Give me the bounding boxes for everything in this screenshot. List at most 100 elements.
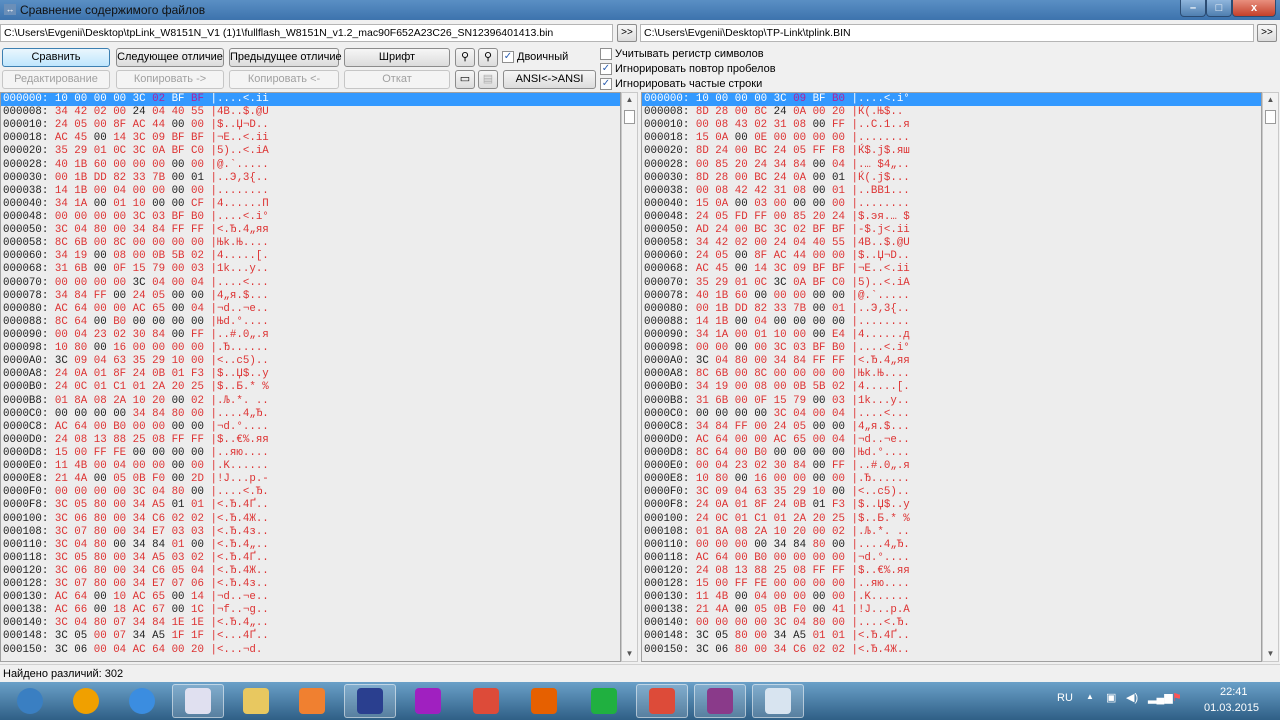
hex-byte[interactable]: 14 — [113, 132, 132, 144]
hex-row[interactable]: 0000C0: 00 00 00 00 34 84 80 00 |....4„Ђ… — [1, 408, 620, 421]
save-icon[interactable]: ▤ — [478, 70, 498, 89]
hex-byte[interactable]: 00 — [191, 185, 210, 197]
hex-row[interactable]: 0000E8: 10 80 00 16 00 00 00 00 |.Ђ.....… — [642, 473, 1261, 486]
hex-byte[interactable]: 08 — [793, 565, 812, 577]
hex-byte[interactable]: 34 — [133, 224, 152, 236]
hex-byte[interactable]: 45 — [715, 263, 734, 275]
hex-byte[interactable]: 1E — [172, 617, 191, 629]
hex-byte[interactable]: 00 — [735, 145, 754, 157]
hex-byte[interactable]: 00 — [94, 460, 113, 472]
hex-byte[interactable]: 00 — [832, 486, 851, 498]
hex-byte[interactable]: 24 — [55, 119, 74, 131]
option-checkbox[interactable]: ✓ Игнорировать повтор пробелов — [600, 62, 776, 76]
language-indicator[interactable]: RU — [1057, 692, 1073, 704]
hex-byte[interactable]: 3C — [55, 539, 74, 551]
hex-byte[interactable]: 00 — [172, 290, 191, 302]
hex-byte[interactable]: 00 — [113, 303, 132, 315]
hex-byte[interactable]: 00 — [832, 421, 851, 433]
hex-byte[interactable]: 80 — [715, 473, 734, 485]
hex-byte[interactable]: AC — [133, 303, 152, 315]
hex-byte[interactable]: 00 — [55, 172, 74, 184]
hex-byte[interactable]: 00 — [191, 342, 210, 354]
hex-byte[interactable]: 00 — [94, 591, 113, 603]
hex-byte[interactable]: 07 — [113, 630, 132, 642]
hex-byte[interactable]: 00 — [813, 552, 832, 564]
hex-byte[interactable]: 3C — [774, 342, 793, 354]
hex-byte[interactable]: 00 — [172, 644, 191, 656]
hex-byte[interactable]: FD — [735, 211, 754, 223]
hex-byte[interactable]: 24 — [715, 224, 734, 236]
hex-row[interactable]: 0000C8: 34 84 FF 00 24 05 00 00 |4„я.$..… — [642, 421, 1261, 434]
hex-byte[interactable]: 80 — [94, 552, 113, 564]
hex-byte[interactable]: 00 — [735, 329, 754, 341]
hex-row[interactable]: 000090: 00 04 23 02 30 84 00 FF |..#.0„.… — [1, 329, 620, 342]
hex-byte[interactable]: FF — [172, 434, 191, 446]
hex-byte[interactable]: 01 — [94, 145, 113, 157]
hex-byte[interactable]: 00 — [94, 604, 113, 616]
hex-byte[interactable]: 08 — [94, 395, 113, 407]
hex-row[interactable]: 000000: 10 00 00 00 3C 09 BF B0 |....<.i… — [642, 93, 1261, 107]
hex-byte[interactable]: 00 — [113, 565, 132, 577]
hex-byte[interactable]: 42 — [74, 106, 93, 118]
hex-byte[interactable]: 34 — [133, 552, 152, 564]
hex-byte[interactable]: 00 — [793, 591, 812, 603]
hex-byte[interactable]: 00 — [832, 591, 851, 603]
hex-row[interactable]: 0000A8: 24 0A 01 8F 24 0B 01 F3 |$..Џ$..… — [1, 368, 620, 381]
hex-byte[interactable]: 6B — [715, 395, 734, 407]
hex-byte[interactable]: BC — [754, 145, 773, 157]
hex-byte[interactable]: 29 — [793, 486, 812, 498]
hex-byte[interactable]: 05 — [74, 119, 93, 131]
hex-byte[interactable]: 00 — [55, 211, 74, 223]
hex-byte[interactable]: 00 — [152, 185, 171, 197]
hex-byte[interactable]: 00 — [191, 486, 210, 498]
hex-byte[interactable]: 7B — [793, 303, 812, 315]
hex-row[interactable]: 0000F8: 3C 05 80 00 34 A5 01 01 |<.Ђ.4Ґ.… — [1, 499, 620, 512]
hex-byte[interactable]: 00 — [191, 421, 210, 433]
hex-byte[interactable]: 00 — [172, 460, 191, 472]
hex-byte[interactable]: 00 — [191, 119, 210, 131]
hex-byte[interactable]: FE — [113, 447, 132, 459]
hex-byte[interactable]: 04 — [715, 460, 734, 472]
hex-byte[interactable]: 16 — [754, 473, 773, 485]
hex-byte[interactable]: 28 — [715, 106, 734, 118]
hex-byte[interactable]: 07 — [113, 617, 132, 629]
hex-byte[interactable]: 3C — [55, 644, 74, 656]
hex-byte[interactable]: 00 — [74, 447, 93, 459]
hex-byte[interactable]: 3C — [133, 211, 152, 223]
hex-byte[interactable]: 33 — [133, 172, 152, 184]
hex-byte[interactable]: 29 — [74, 145, 93, 157]
scroll-thumb[interactable] — [624, 110, 635, 124]
hex-byte[interactable]: 64 — [74, 421, 93, 433]
hex-byte[interactable]: 00 — [813, 591, 832, 603]
hex-byte[interactable]: 85 — [715, 159, 734, 171]
hex-byte[interactable]: 00 — [754, 93, 773, 105]
hex-byte[interactable]: 84 — [715, 421, 734, 433]
hex-byte[interactable]: 04 — [754, 316, 773, 328]
hex-byte[interactable]: 08 — [735, 526, 754, 538]
hex-byte[interactable]: 10 — [133, 395, 152, 407]
hex-byte[interactable]: 05 — [715, 630, 734, 642]
hex-byte[interactable]: 24 — [774, 106, 793, 118]
hex-byte[interactable]: 00 — [832, 473, 851, 485]
hex-byte[interactable]: 84 — [152, 617, 171, 629]
hex-byte[interactable]: 00 — [774, 578, 793, 590]
right-scrollbar[interactable]: ▲ ▼ — [1262, 92, 1279, 662]
hex-byte[interactable]: 34 — [55, 198, 74, 210]
hex-byte[interactable]: BF — [172, 93, 191, 105]
hex-byte[interactable]: 3C — [696, 644, 715, 656]
hex-byte[interactable]: 10 — [774, 329, 793, 341]
hex-byte[interactable]: 04 — [832, 159, 851, 171]
hex-byte[interactable]: 00 — [715, 408, 734, 420]
checkbox-box[interactable] — [600, 48, 612, 60]
hex-byte[interactable]: 00 — [793, 552, 812, 564]
hex-row[interactable]: 0000D0: 24 08 13 88 25 08 FF FF |$..€%.я… — [1, 434, 620, 447]
hex-byte[interactable]: 31 — [696, 395, 715, 407]
hex-byte[interactable]: DD — [94, 172, 113, 184]
font-button[interactable]: Шрифт — [344, 48, 450, 67]
hex-byte[interactable]: 3C — [696, 630, 715, 642]
hex-byte[interactable]: 80 — [813, 617, 832, 629]
hex-row[interactable]: 0000B0: 24 0C 01 C1 01 2A 20 25 |$..Б.* … — [1, 381, 620, 394]
hex-byte[interactable]: 25 — [832, 513, 851, 525]
hex-row[interactable]: 0000B0: 34 19 00 08 00 0B 5B 02 |4.....[… — [642, 381, 1261, 394]
hex-byte[interactable]: FF — [832, 460, 851, 472]
